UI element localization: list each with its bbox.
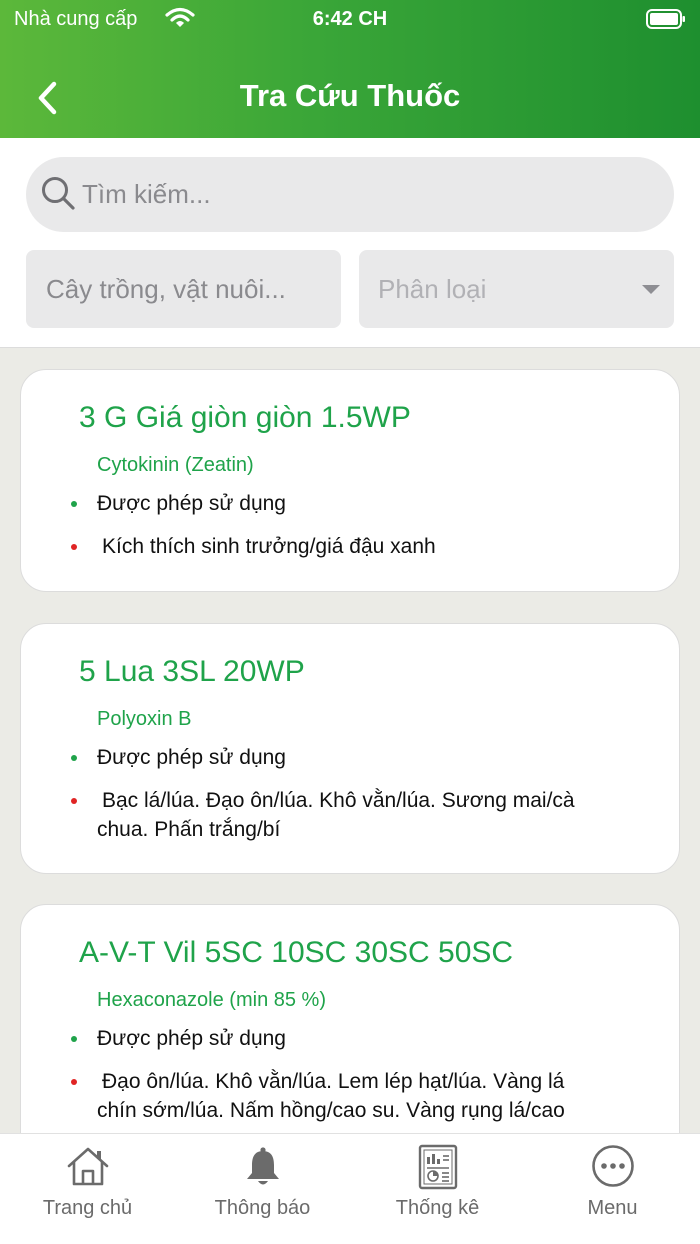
usage-description: Kích thích sinh trưởng/giá đậu xanh [71, 532, 651, 561]
tab-home-label: Trang chủ [42, 1197, 133, 1219]
app-header: Nhà cung cấp 6:42 CH Tra Cứu Thuốc [0, 0, 700, 138]
usage-description: Bạc lá/lúa. Đạo ôn/lúa. Khô vằn/lúa. Sươ… [71, 786, 651, 844]
bottom-tab-bar: Trang chủ Thông báo Thống kê Menu [0, 1133, 700, 1244]
crop-filter-input[interactable] [26, 250, 341, 328]
category-select[interactable]: Phân loại [359, 250, 674, 328]
product-name: 5 Lua 3SL 20WP [79, 655, 305, 688]
usage-dot [71, 1079, 77, 1085]
clock-time: 6:42 CH [312, 8, 388, 30]
status-dot [71, 755, 77, 761]
status-dot [71, 501, 77, 507]
tab-notifications[interactable]: Thông báo [175, 1134, 350, 1244]
tab-menu-label: Menu [587, 1197, 638, 1219]
registration-status: Được phép sử dụng [71, 743, 651, 772]
report-icon [418, 1144, 457, 1190]
status-bar: Nhà cung cấp 6:42 CH [0, 0, 700, 40]
bell-icon [246, 1147, 279, 1185]
product-list[interactable]: 3 G Giá giòn giòn 1.5WP Cytokinin (Zeati… [0, 348, 700, 1134]
search-icon [42, 177, 75, 210]
tab-statistics-label: Thống kê [395, 1197, 480, 1219]
usage-description: Đạo ôn/lúa. Khô vằn/lúa. Lem lép hạt/lúa… [71, 1067, 651, 1125]
product-name: 3 G Giá giòn giòn 1.5WP [79, 401, 411, 434]
registration-status: Được phép sử dụng [71, 1024, 651, 1053]
active-ingredient: Polyoxin B [97, 708, 192, 730]
usage-dot [71, 544, 77, 550]
more-icon [591, 1145, 634, 1187]
category-select-label: Phân loại [378, 274, 487, 304]
active-ingredient: Hexaconazole (min 85 %) [97, 989, 326, 1011]
tab-home[interactable]: Trang chủ [0, 1134, 175, 1244]
product-card[interactable]: 3 G Giá giòn giòn 1.5WP Cytokinin (Zeati… [20, 369, 680, 592]
battery-icon [646, 9, 685, 29]
search-bar[interactable] [26, 157, 674, 232]
home-icon [67, 1147, 108, 1186]
tab-notifications-label: Thông báo [214, 1197, 311, 1219]
product-card[interactable]: 5 Lua 3SL 20WP Polyoxin B Được phép sử d… [20, 623, 680, 874]
usage-dot [71, 798, 77, 804]
chevron-down-icon [642, 285, 660, 294]
registration-status: Được phép sử dụng [71, 489, 651, 518]
filter-panel: Phân loại [0, 138, 700, 348]
status-dot [71, 1036, 77, 1042]
product-card[interactable]: A-V-T Vil 5SC 10SC 30SC 50SC Hexaconazol… [20, 904, 680, 1134]
product-name: A-V-T Vil 5SC 10SC 30SC 50SC [79, 936, 514, 969]
page-title: Tra Cứu Thuốc [239, 78, 461, 113]
crop-filter-field[interactable] [26, 250, 341, 328]
search-input[interactable] [82, 157, 652, 232]
tab-menu[interactable]: Menu [525, 1134, 700, 1244]
tab-statistics[interactable]: Thống kê [350, 1134, 525, 1244]
active-ingredient: Cytokinin (Zeatin) [97, 454, 254, 476]
